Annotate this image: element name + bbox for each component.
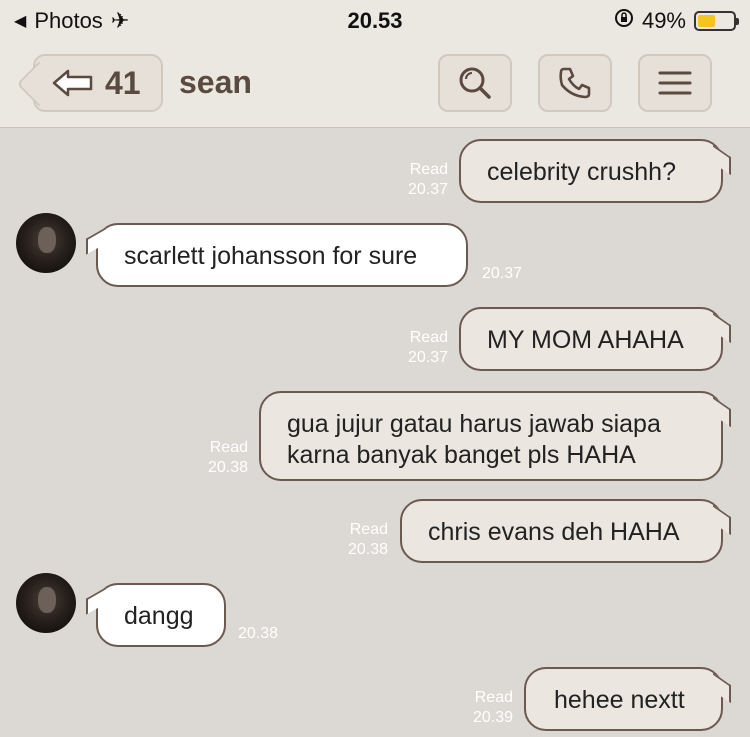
message-text: MY MOM AHAHA: [487, 326, 684, 354]
back-arrow-icon: [52, 69, 93, 97]
avatar[interactable]: [16, 573, 76, 633]
read-receipt: Read: [349, 521, 388, 538]
message-meta: Read 20.37: [390, 328, 448, 368]
message-meta: Read 20.38: [330, 520, 388, 560]
message-meta: Read 20.39: [455, 688, 513, 728]
message-text: celebrity crushh?: [487, 158, 676, 186]
chat-header: 41 sean: [0, 40, 750, 128]
search-icon: [459, 67, 491, 99]
rotation-lock-icon: [614, 8, 634, 34]
message-time: 20.38: [207, 459, 248, 476]
message-bubble-outgoing[interactable]: chris evans deh HAHA: [400, 499, 723, 563]
message-time: 20.39: [472, 709, 513, 726]
message-time: 20.37: [482, 265, 523, 282]
search-button[interactable]: [438, 54, 512, 112]
read-receipt: Read: [474, 689, 513, 706]
message-text: scarlett johansson for sure: [124, 242, 418, 270]
message-bubble-outgoing[interactable]: MY MOM AHAHA: [459, 307, 723, 371]
message-meta: Read 20.38: [190, 438, 248, 478]
read-receipt: Read: [409, 329, 448, 346]
message-text: dangg: [124, 602, 194, 630]
menu-icon: [658, 71, 692, 95]
unread-count: 41: [105, 64, 141, 101]
battery-percent: 49%: [641, 8, 686, 33]
read-receipt: Read: [409, 161, 448, 178]
message-time: 20.38: [238, 625, 279, 642]
message-text-line2: karna banyak banget pls HAHA: [287, 441, 636, 469]
call-button[interactable]: [538, 54, 612, 112]
message-time: 20.37: [407, 181, 448, 198]
read-receipt: Read: [209, 439, 248, 456]
message-text: chris evans deh HAHA: [428, 518, 680, 546]
battery-icon: [694, 11, 739, 31]
battery-fill: [698, 15, 715, 27]
message-bubble-outgoing[interactable]: hehee nextt: [524, 667, 723, 731]
menu-button[interactable]: [638, 54, 712, 112]
message-text: hehee nextt: [554, 686, 685, 714]
message-bubble-incoming[interactable]: scarlett johansson for sure: [96, 223, 468, 287]
message-bubble-outgoing[interactable]: celebrity crushh?: [459, 139, 723, 203]
message-bubble-outgoing[interactable]: gua jujur gatau harus jawab siapa karna …: [259, 391, 723, 481]
status-bar: ◀ Photos ✈ 20.53 49%: [0, 0, 750, 40]
avatar[interactable]: [16, 213, 76, 273]
message-bubble-incoming[interactable]: dangg: [96, 583, 226, 647]
message-time: 20.38: [347, 541, 388, 558]
status-right: 49%: [614, 8, 739, 34]
phone-icon: [559, 67, 591, 99]
chat-title: sean: [179, 64, 252, 100]
message-meta: Read 20.37: [390, 160, 448, 200]
message-text: gua jujur gatau harus jawab siapa: [287, 410, 661, 438]
message-time: 20.37: [407, 349, 448, 366]
back-button[interactable]: 41: [33, 54, 163, 112]
